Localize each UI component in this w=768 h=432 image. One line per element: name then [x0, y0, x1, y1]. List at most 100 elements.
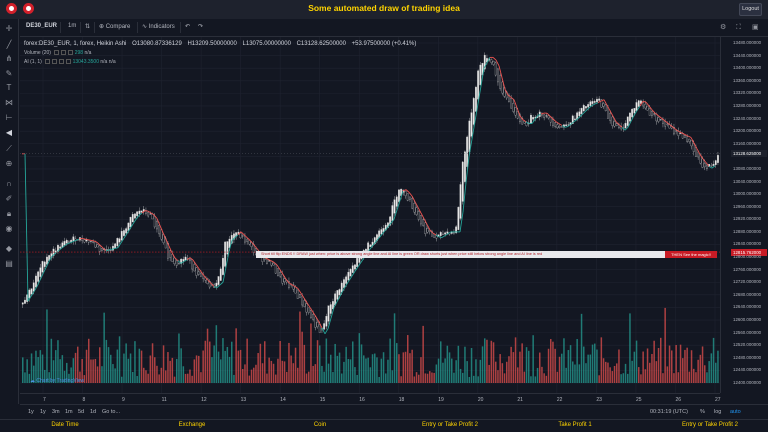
brush-icon[interactable]: ✎ — [4, 69, 14, 79]
interval-selector[interactable]: 1m — [68, 23, 76, 29]
candle-body — [395, 196, 398, 207]
text-icon[interactable]: T — [4, 83, 14, 93]
clock-time[interactable]: 00:31:19 (UTC) — [650, 409, 688, 415]
chart-type-icon[interactable]: ⇅ — [85, 23, 90, 30]
time-tick-label: 23 — [596, 397, 602, 403]
volume-bar — [411, 349, 413, 383]
favorites-icon[interactable]: ◆ — [4, 244, 14, 254]
volume-bar — [618, 349, 620, 383]
chart-pane[interactable]: forex:DE30_EUR, 1, forex, Heikin Ashi O1… — [20, 37, 720, 393]
range-button[interactable]: 1y — [28, 409, 34, 415]
volume-bar — [668, 345, 671, 383]
prediction-icon[interactable]: ⊢ — [4, 113, 14, 123]
volume-bar — [629, 313, 631, 383]
pitchfork-icon[interactable]: ⋔ — [4, 54, 14, 64]
range-button[interactable]: 5d — [78, 409, 84, 415]
ruler-icon[interactable]: ⟋ — [4, 144, 14, 154]
ai-label: AI (1, 1) — [24, 59, 42, 65]
price-tick-label: 12400.000000 — [733, 380, 762, 385]
volume-bar — [217, 351, 220, 383]
volume-bar — [574, 364, 576, 383]
lock-icon[interactable]: 🔒︎ — [4, 209, 14, 219]
range-button[interactable]: 1m — [65, 409, 73, 415]
candle-body — [325, 316, 328, 327]
log-toggle[interactable]: log — [714, 409, 721, 415]
compare-icon: ⊕ — [99, 24, 106, 30]
pattern-icon[interactable]: ⋈ — [4, 98, 14, 108]
volume-bar — [398, 354, 400, 383]
trade-columns-footer: Date Time Exchange Coin Entry or Take Pr… — [0, 419, 768, 432]
volume-bar — [88, 338, 90, 383]
volume-bar — [475, 359, 477, 383]
volume-legend-row[interactable]: Volume (20) 298 n/a — [24, 50, 420, 56]
volume-bar — [193, 359, 196, 383]
hide-icon[interactable]: ◉ — [4, 224, 14, 234]
candle-body — [367, 242, 370, 252]
volume-bar — [550, 339, 552, 383]
trash-icon[interactable]: ▤ — [4, 259, 14, 269]
volume-bar — [710, 353, 713, 383]
magnet-icon[interactable]: ∩ — [4, 179, 14, 189]
candle-body — [411, 198, 414, 209]
candle-body — [461, 161, 464, 202]
stay-drawing-icon[interactable]: ✐ — [4, 194, 14, 204]
candle-body — [611, 116, 614, 126]
candle-body — [558, 126, 561, 128]
range-button[interactable]: 1d — [90, 409, 96, 415]
trend-line-icon[interactable]: ╱ — [4, 40, 14, 50]
logout-button[interactable]: Logout — [739, 3, 762, 16]
settings-gear-icon[interactable]: ⚙ — [720, 24, 728, 32]
candle-body — [492, 60, 495, 65]
range-button[interactable]: 1y — [40, 409, 46, 415]
redo-icon[interactable]: ↷ — [198, 23, 203, 30]
price-axis[interactable]: 13480.000000 13440.000000 13400.000000 1336… — [720, 37, 768, 393]
chart-legend: forex:DE30_EUR, 1, forex, Heikin Ashi O1… — [24, 41, 420, 65]
volume-bar — [246, 338, 248, 383]
range-button[interactable]: 3m — [52, 409, 60, 415]
compare-button[interactable]: ⊕ Compare — [99, 23, 130, 30]
volume-bar — [162, 345, 165, 383]
ai-legend-row[interactable]: AI (1, 1) 13043.3500 n/a n/a — [24, 59, 420, 65]
fullscreen-icon[interactable]: ⛶ — [736, 24, 744, 32]
candle-body — [552, 119, 554, 126]
auto-toggle[interactable]: auto — [730, 409, 741, 415]
toolbar-divider — [60, 22, 61, 33]
volume-bar — [184, 373, 187, 383]
volume-bar — [202, 350, 204, 383]
candle-body — [193, 264, 196, 272]
candle-body — [30, 288, 33, 295]
candle-body — [197, 271, 200, 275]
volume-bar — [400, 376, 402, 383]
candle-body — [312, 313, 315, 320]
volume-bar — [596, 349, 598, 383]
volume-bar — [154, 357, 156, 383]
indicators-button[interactable]: ∿ Indicators — [142, 23, 175, 30]
time-tick-label: 26 — [675, 397, 682, 403]
crosshair-icon[interactable]: ✛ — [4, 24, 14, 34]
last-price-tag: 13128.625000 — [731, 150, 767, 158]
undo-icon[interactable]: ↶ — [185, 23, 190, 30]
candle-body — [695, 147, 697, 157]
legend-box-icon — [68, 50, 74, 56]
volume-bar — [220, 359, 222, 383]
candle-body — [532, 117, 535, 120]
volume-bar — [556, 371, 559, 383]
percent-toggle[interactable]: % — [700, 409, 705, 415]
volume-bar — [121, 376, 123, 383]
volume-bar — [497, 370, 499, 383]
zoom-in-icon[interactable]: ⊕ — [4, 159, 14, 169]
snapshot-camera-icon[interactable]: ▣ — [752, 24, 760, 32]
volume-bar — [22, 357, 24, 383]
tradingview-attribution[interactable]: ☁ Chart by TradingView — [30, 378, 84, 384]
back-arrow-icon[interactable]: ◀ — [4, 128, 14, 138]
symbol-search[interactable]: DE30_EUR — [26, 23, 57, 29]
goto-button[interactable]: Go to... — [102, 409, 120, 415]
volume-bar — [459, 368, 462, 383]
time-axis[interactable]: 7 8 9 11 12 13 14 15 16 18 19 20 21 22 23 25 26 27 — [20, 393, 721, 404]
candle-body — [272, 262, 275, 266]
candle-body — [472, 98, 475, 125]
candle-body — [153, 216, 156, 228]
candle-body — [246, 238, 249, 242]
price-chart[interactable] — [20, 37, 720, 393]
volume-bar — [457, 345, 460, 383]
